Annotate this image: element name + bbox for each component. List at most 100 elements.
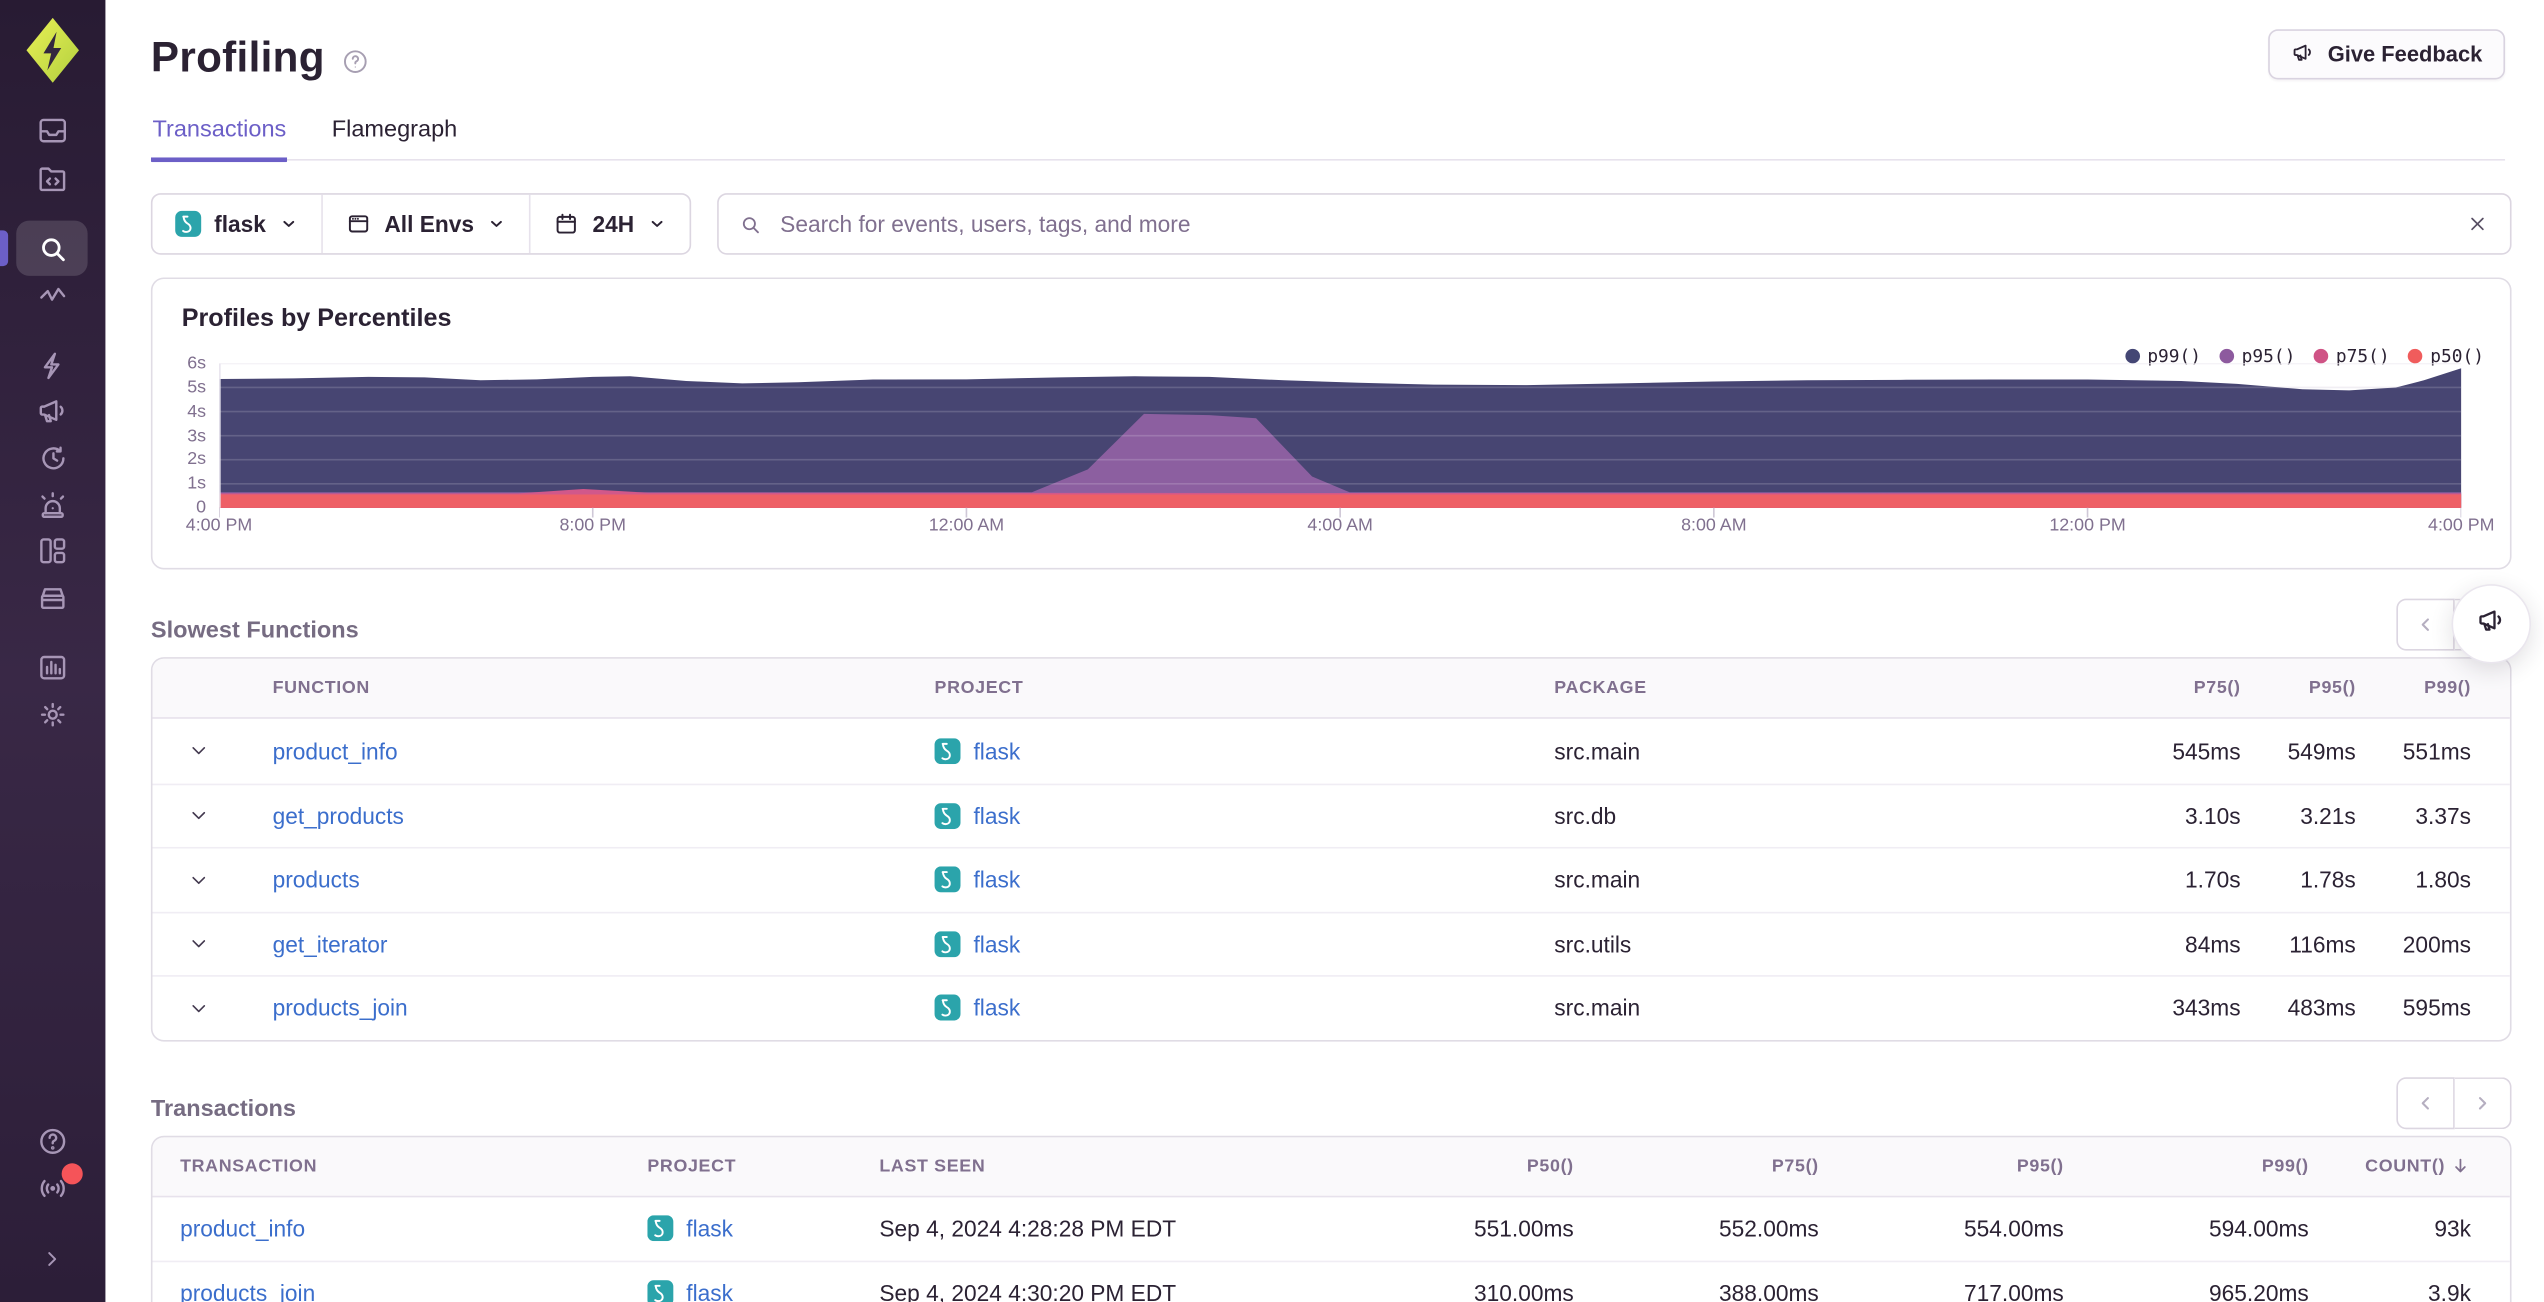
p50-cell: 551.00ms — [1474, 1215, 1574, 1242]
flask-project-icon — [175, 210, 202, 237]
sidebar-item-settings[interactable] — [16, 691, 87, 736]
column-header-p95[interactable]: P95() — [2241, 678, 2356, 697]
last-seen-cell: Sep 4, 2024 4:28:28 PM EDT — [879, 1215, 1177, 1242]
column-header-last-seen[interactable]: LAST SEEN — [879, 1156, 1328, 1175]
expand-chevron-down-icon[interactable] — [187, 996, 211, 1020]
sidebar-item-quickstart[interactable] — [16, 342, 87, 387]
sidebar-item-replays[interactable] — [16, 435, 87, 480]
expand-cell — [153, 804, 273, 828]
column-header-package[interactable]: PACKAGE — [1554, 678, 2062, 697]
pager-prev-button[interactable] — [2396, 598, 2455, 651]
column-header-p50[interactable]: P50() — [1329, 1156, 1574, 1175]
sentry-logo-icon[interactable] — [26, 17, 80, 83]
sidebar-item-dashboards[interactable] — [16, 527, 87, 572]
give-feedback-button[interactable]: Give Feedback — [2267, 29, 2506, 80]
sidebar-item-feedback[interactable] — [16, 388, 87, 433]
transaction-link[interactable]: products_join — [180, 1281, 315, 1302]
sidebar-item-metrics[interactable] — [16, 273, 87, 318]
pager-next-button[interactable] — [2454, 1076, 2512, 1129]
sidebar-item-explore[interactable] — [16, 156, 87, 201]
expand-chevron-down-icon[interactable] — [187, 739, 211, 763]
project-link[interactable]: flask — [686, 1281, 733, 1302]
project-cell: flask — [934, 802, 1555, 829]
sidebar-collapse-button[interactable] — [16, 1240, 87, 1285]
column-header-p99[interactable]: P99() — [2064, 1156, 2309, 1175]
p99-cell: 3.37s — [2415, 802, 2471, 829]
sidebar-item-search[interactable] — [16, 220, 88, 276]
project-link[interactable]: flask — [973, 867, 1020, 893]
p95-cell: 1.78s — [2300, 866, 2356, 893]
expand-chevron-down-icon[interactable] — [187, 868, 211, 892]
sidebar-item-releases[interactable] — [16, 574, 87, 619]
column-header-p75[interactable]: P75() — [1574, 1156, 1819, 1175]
project-link[interactable]: flask — [973, 995, 1020, 1021]
sidebar-item-alerts[interactable] — [16, 482, 87, 527]
tab-flamegraph[interactable]: Flamegraph — [330, 117, 459, 162]
sidebar-item-help[interactable] — [16, 1123, 87, 1168]
chevron-down-icon — [491, 220, 503, 227]
legend-dot — [2124, 348, 2140, 364]
count-cell: 3.9k — [2428, 1280, 2471, 1302]
sidebar-item-issues[interactable] — [16, 107, 87, 152]
megaphone-icon — [2476, 604, 2507, 643]
column-header-transaction[interactable]: TRANSACTION — [180, 1156, 647, 1175]
expand-chevron-down-icon[interactable] — [187, 804, 211, 828]
expand-cell — [153, 996, 273, 1020]
project-link[interactable]: flask — [973, 738, 1020, 764]
main-content: Profiling Give Feedback Transactions Flam… — [105, 0, 2544, 1302]
expand-chevron-down-icon[interactable] — [187, 932, 211, 956]
column-header-project[interactable]: PROJECT — [935, 678, 1555, 697]
screenshot-stage: Profiling Give Feedback Transactions Flam… — [0, 0, 2544, 1302]
chevron-left-icon — [2421, 1096, 2429, 1109]
transaction-cell: product_info — [180, 1216, 647, 1242]
column-header-function[interactable]: FUNCTION — [273, 678, 935, 697]
tab-bar: Transactions Flamegraph — [150, 117, 2506, 163]
sidebar-item-whats-new[interactable] — [16, 1163, 87, 1215]
project-cell: flask — [647, 1280, 879, 1302]
function-link[interactable]: get_iterator — [273, 931, 388, 957]
function-link[interactable]: products_join — [273, 995, 408, 1021]
function-cell: products — [273, 867, 935, 893]
megaphone-icon — [2290, 40, 2314, 69]
function-link[interactable]: products — [273, 867, 360, 893]
column-header-project[interactable]: PROJECT — [647, 1156, 879, 1175]
sidebar-item-stats[interactable] — [16, 644, 87, 689]
p99-cell: 551ms — [2402, 737, 2471, 764]
transaction-link[interactable]: product_info — [180, 1216, 305, 1242]
chart-title: Profiles by Percentiles — [181, 305, 452, 333]
search-icon — [35, 231, 69, 265]
chevron-down-icon — [651, 220, 663, 227]
search-icon — [742, 216, 759, 233]
function-cell: get_products — [273, 803, 935, 829]
column-header-p75[interactable]: P75() — [2062, 678, 2240, 697]
sort-desc-icon — [2450, 1155, 2471, 1176]
active-nav-indicator — [0, 230, 9, 267]
project-filter[interactable]: flask — [153, 195, 322, 253]
table-row: get_iterator flask src.utils 84ms 116ms 200ms — [152, 911, 2510, 975]
project-link[interactable]: flask — [973, 931, 1020, 957]
tab-transactions[interactable]: Transactions — [150, 117, 288, 163]
project-link[interactable]: flask — [973, 803, 1020, 829]
column-header-count[interactable]: COUNT() — [2309, 1155, 2471, 1176]
date-range-filter[interactable]: 24H — [529, 194, 689, 254]
column-header-p95[interactable]: P95() — [1819, 1156, 2064, 1175]
floating-feedback-button[interactable] — [2451, 584, 2532, 664]
search-input[interactable] — [776, 209, 2450, 239]
pager-prev-button[interactable] — [2396, 1076, 2455, 1129]
function-link[interactable]: product_info — [273, 738, 398, 764]
archive-icon — [35, 580, 69, 614]
function-link[interactable]: get_products — [273, 803, 404, 829]
p75-cell: 84ms — [2185, 930, 2241, 957]
project-cell: flask — [934, 866, 1555, 893]
page-title: Profiling — [150, 31, 325, 81]
project-link[interactable]: flask — [686, 1216, 733, 1242]
slowest-functions-title: Slowest Functions — [150, 618, 359, 645]
project-cell: flask — [647, 1215, 879, 1242]
flask-project-icon — [647, 1215, 674, 1242]
notification-dot — [61, 1163, 83, 1185]
legend-dot — [2313, 348, 2328, 364]
column-header-p99[interactable]: P99() — [2356, 678, 2471, 697]
search-clear-icon[interactable] — [2465, 211, 2491, 237]
page-help-icon[interactable] — [341, 47, 370, 76]
environment-filter[interactable]: All Envs — [321, 194, 529, 254]
